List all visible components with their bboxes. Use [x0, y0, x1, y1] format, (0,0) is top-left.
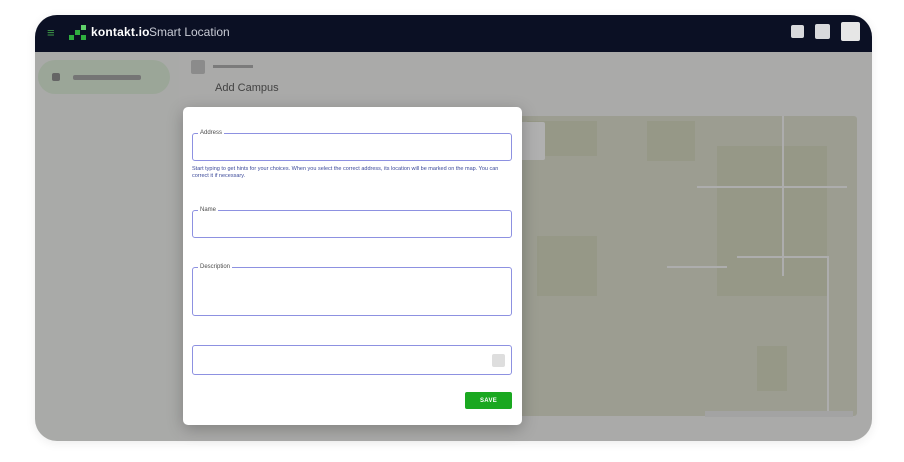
top-bar: ≡ kontakt.io Smart Location	[35, 15, 872, 52]
brand-name: kontakt.io	[91, 25, 150, 39]
description-label: Description	[198, 264, 233, 271]
description-input[interactable]	[199, 274, 505, 309]
extra-field[interactable]	[192, 345, 512, 375]
kontakt-logo-icon	[69, 25, 86, 40]
save-button[interactable]: SAVE	[465, 392, 512, 409]
picker-icon[interactable]	[492, 354, 505, 367]
name-field: Name	[192, 207, 512, 238]
avatar[interactable]	[841, 22, 860, 41]
help-icon[interactable]	[815, 24, 830, 39]
address-input[interactable]	[199, 140, 505, 154]
name-input[interactable]	[199, 217, 505, 231]
add-campus-dialog: Address Start typing to get hints for yo…	[183, 107, 522, 425]
description-field: Description	[192, 264, 512, 316]
address-label: Address	[198, 130, 225, 137]
notifications-icon[interactable]	[791, 25, 804, 38]
hamburger-icon[interactable]: ≡	[47, 26, 61, 40]
product-name: Smart Location	[149, 25, 230, 39]
address-help-text: Start typing to get hints for your choic…	[192, 166, 499, 179]
name-label: Name	[198, 207, 219, 214]
address-field: Address	[192, 130, 512, 161]
